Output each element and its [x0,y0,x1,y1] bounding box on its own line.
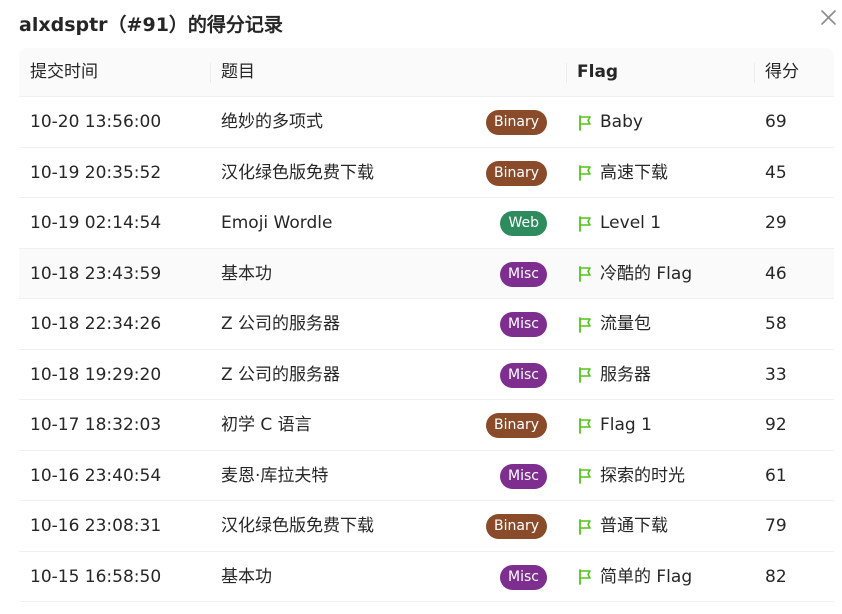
flag-icon [579,518,591,535]
score-value: 45 [765,162,787,183]
category-badge: Misc [500,312,547,337]
header-score: 得分 [765,62,799,82]
submit-time: 10-17 18:32:03 [30,415,162,435]
table-row: 10-16 23:08:31 汉化绿色版免费下载 Binary 普通下载 79 [19,501,834,552]
flag-cell: 简单的 Flag [577,552,692,602]
category-badge: Misc [500,463,547,489]
header-time: 提交时间 [30,62,98,82]
table-row: 10-15 16:58:50 基本功 Misc 简单的 Flag 82 [19,552,834,602]
category-badge: Misc [500,362,547,388]
category-badge: Binary [486,413,547,438]
flag-icon [579,114,591,131]
challenge-name: Emoji Wordle [221,213,333,233]
score-value: 33 [765,364,787,385]
flag-cell: 冷酷的 Flag [577,249,692,299]
flag-cell: Flag 1 [577,400,652,450]
flag-name: 服务器 [600,364,651,385]
table-row: 10-17 18:32:03 初学 C 语言 Binary Flag 1 92 [19,400,834,451]
submit-time: 10-16 23:40:54 [30,465,162,486]
challenge-name: 基本功 [221,263,272,284]
table-row: 10-18 23:43:59 基本功 Misc 冷酷的 Flag 46 [19,248,834,299]
flag-name: Flag 1 [600,415,652,435]
table-row: 10-18 22:34:26 Z 公司的服务器 Misc 流量包 58 [19,299,834,350]
flag-name: 探索的时光 [600,465,685,486]
flag-icon [579,367,591,383]
submit-time: 10-19 02:14:54 [30,213,162,233]
header-flag: Flag [577,62,619,82]
table-body: 10-20 13:56:00 绝妙的多项式 Binary Baby 69 10-19 20… [19,97,834,602]
table-row: 10-18 19:29:20 Z 公司的服务器 Misc 服务器 33 [19,350,834,400]
header-challenge: 题目 [221,62,255,82]
flag-icon [579,266,591,282]
flag-name: 冷酷的 Flag [600,263,693,284]
close-button[interactable] [817,6,839,28]
flag-icon [579,165,591,181]
submit-time: 10-15 16:58:50 [30,566,162,587]
table-row: 10-19 20:35:52 汉化绿色版免费下载 Binary 高速下载 45 [19,148,834,198]
modal-title: alxdsptr（#91）的得分记录 [19,14,283,36]
table-row: 10-19 02:14:54 Emoji Wordle Web Level 1 29 [19,198,834,249]
score-value: 46 [765,263,787,284]
score-table: 提交时间 题目 Flag 得分 10-20 13:56:00 绝妙的多项式 Bina… [19,48,834,602]
flag-name: 高速下载 [600,162,668,183]
flag-name: Level 1 [600,213,662,233]
submit-time: 10-18 22:34:26 [30,314,162,334]
header-divider [566,63,567,83]
submit-time: 10-18 23:43:59 [30,263,162,284]
flag-name: 简单的 Flag [600,566,693,587]
table-row: 10-20 13:56:00 绝妙的多项式 Binary Baby 69 [19,97,834,148]
flag-icon [579,468,591,484]
header-divider [210,63,211,83]
challenge-name: Z 公司的服务器 [221,314,341,334]
challenge-name: 基本功 [221,566,272,587]
flag-name: Baby [600,112,643,132]
challenge-name: 绝妙的多项式 [221,112,323,132]
challenge-name: 汉化绿色版免费下载 [221,162,374,183]
category-badge: Binary [486,514,547,539]
category-badge: Binary [486,110,547,135]
header-divider [754,63,755,83]
flag-cell: 探索的时光 [577,451,685,501]
flag-name: 流量包 [600,314,651,334]
category-badge: Web [500,211,547,236]
score-value: 82 [765,566,787,587]
flag-icon [579,569,591,585]
challenge-name: 汉化绿色版免费下载 [221,516,374,536]
category-badge: Misc [500,564,547,590]
flag-cell: 高速下载 [577,148,668,198]
flag-icon [579,417,591,434]
flag-cell: 流量包 [577,299,651,349]
submit-time: 10-20 13:56:00 [30,112,162,132]
score-value: 61 [765,465,787,486]
flag-cell: 服务器 [577,350,651,400]
flag-cell: 普通下载 [577,501,668,551]
flag-name: 普通下载 [600,516,668,536]
category-badge: Binary [486,160,547,186]
challenge-name: 麦恩·库拉夫特 [221,465,329,486]
flag-icon [579,316,591,333]
score-value: 29 [765,213,787,233]
challenge-name: Z 公司的服务器 [221,364,341,385]
submit-time: 10-19 20:35:52 [30,162,162,183]
category-badge: Misc [500,261,547,287]
score-value: 79 [765,516,787,536]
flag-cell: Level 1 [577,198,661,248]
flag-icon [579,215,591,232]
score-value: 58 [765,314,787,334]
close-icon [821,10,836,25]
score-value: 92 [765,415,787,435]
challenge-name: 初学 C 语言 [221,415,312,435]
table-header: 提交时间 题目 Flag 得分 [19,48,834,97]
submit-time: 10-18 19:29:20 [30,364,162,385]
flag-cell: Baby [577,97,643,147]
submit-time: 10-16 23:08:31 [30,516,162,536]
table-row: 10-16 23:40:54 麦恩·库拉夫特 Misc 探索的时光 61 [19,451,834,501]
score-value: 69 [765,112,787,132]
